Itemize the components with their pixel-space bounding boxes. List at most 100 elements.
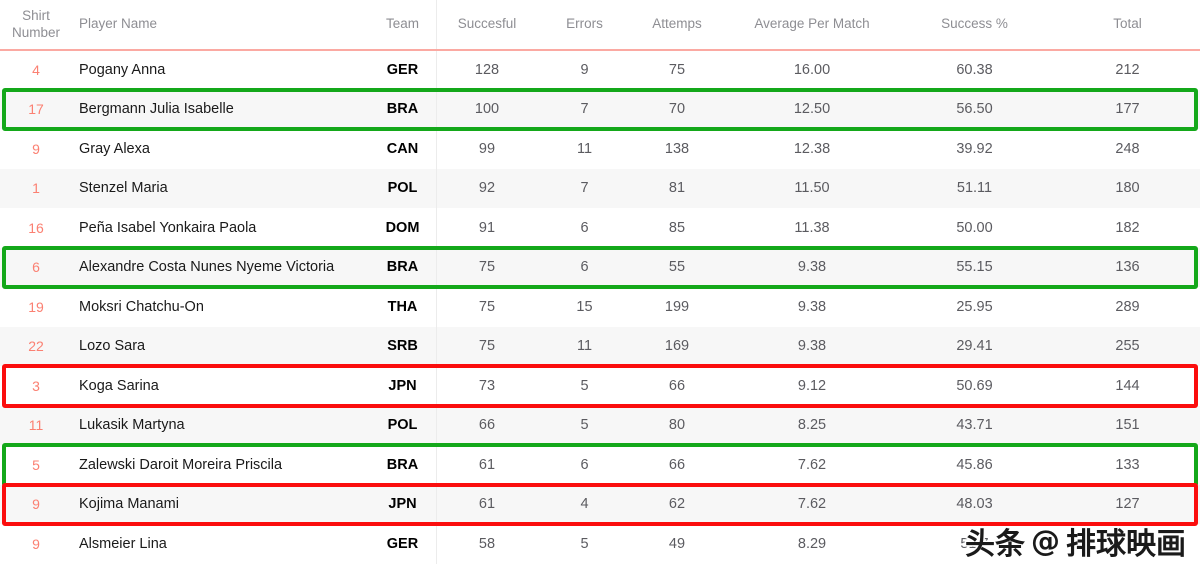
- cell-success-percent: 50.00: [956, 219, 993, 236]
- cell-average-per-match: 9.12: [797, 377, 827, 394]
- cell-attemps: 70: [668, 101, 686, 117]
- cell-total: 212: [1115, 62, 1140, 78]
- cell-average-per-match: 12.38: [793, 140, 831, 157]
- cell-success-percent: 43.71: [956, 417, 993, 433]
- cell-succesful: 73: [436, 366, 537, 406]
- cell-success-percent: 29.41: [956, 338, 993, 354]
- cell-player-name: Bergmann Julia Isabelle: [79, 101, 234, 117]
- cell-total: 144: [1115, 377, 1140, 394]
- cell-total: 255: [1115, 338, 1140, 354]
- cell-attemps: 81: [668, 180, 686, 196]
- table-row[interactable]: 11 Lukasik Martyna POL 66 5 80 8.25 43.71 151: [0, 405, 1200, 445]
- cell-succesful: 75: [436, 326, 537, 366]
- cell-succesful: 66: [436, 405, 537, 445]
- column-header-average-per-match[interactable]: Average Per Match: [722, 0, 902, 51]
- cell-attemps: 55: [668, 259, 686, 275]
- cell-total: 151: [1115, 417, 1140, 433]
- cell-attemps: 66: [668, 456, 686, 473]
- cell-average-per-match: 9.38: [797, 298, 827, 315]
- cell-total: 180: [1115, 180, 1140, 196]
- table-row[interactable]: 17 Bergmann Julia Isabelle BRA 100 7 70 12.50 5…: [0, 89, 1200, 129]
- watermark: 头条 @ 排球映画: [964, 519, 1188, 564]
- cell-errors: 15: [576, 298, 593, 315]
- cell-success-percent: 25.95: [956, 298, 993, 315]
- cell-errors: 6: [580, 219, 589, 236]
- table-row[interactable]: 6 Alexandre Costa Nunes Nyeme Victoria BRA…: [0, 247, 1200, 287]
- column-header-total[interactable]: Total: [1047, 0, 1200, 51]
- cell-success-percent: 60.38: [956, 62, 993, 78]
- cell-attemps: 49: [668, 535, 686, 552]
- cell-total: 136: [1115, 259, 1140, 275]
- table-row[interactable]: 1 Stenzel Maria POL 92 7 81 11.50 51.11 180: [0, 168, 1200, 208]
- table-row[interactable]: 5 Zalewski Daroit Moreira Priscila BRA 61 6 6…: [0, 445, 1200, 485]
- watermark-logo: 头条: [964, 526, 1027, 564]
- cell-total: 133: [1115, 456, 1140, 473]
- column-header-player-name[interactable]: Player Name: [72, 0, 369, 51]
- cell-attemps: 199: [664, 298, 690, 315]
- cell-shirt-number: 17: [28, 101, 44, 118]
- column-header-errors[interactable]: Errors: [537, 0, 632, 51]
- cell-team: BRA: [386, 259, 419, 275]
- cell-attemps: 85: [668, 219, 686, 236]
- column-header-success-percent[interactable]: Success %: [902, 0, 1047, 51]
- cell-player-name: Lozo Sara: [79, 338, 146, 354]
- cell-shirt-number: 19: [28, 298, 44, 315]
- column-header-shirt-number[interactable]: Shirt Number: [0, 0, 72, 51]
- cell-team: JPN: [388, 496, 417, 512]
- cell-succesful: 75: [436, 247, 537, 287]
- cell-average-per-match: 9.38: [797, 259, 827, 275]
- cell-team: SRB: [387, 338, 418, 354]
- cell-errors: 5: [580, 535, 589, 552]
- table-row[interactable]: 16 Peña Isabel Yonkaira Paola DOM 91 6 85 11.3…: [0, 208, 1200, 248]
- cell-errors: 4: [580, 496, 589, 512]
- cell-shirt-number: 22: [28, 338, 44, 355]
- column-header-succesful[interactable]: Succesful: [436, 0, 537, 51]
- cell-attemps: 138: [664, 140, 690, 157]
- cell-errors: 5: [580, 377, 589, 394]
- cell-errors: 6: [580, 456, 589, 473]
- column-header-team[interactable]: Team: [369, 0, 437, 51]
- cell-errors: 11: [576, 338, 593, 354]
- cell-team: POL: [387, 417, 418, 433]
- table-row[interactable]: 19 Moksri Chatchu-On THA 75 15 199 9.38 25.95 28…: [0, 287, 1200, 327]
- cell-total: 289: [1115, 298, 1140, 315]
- cell-team: BRA: [386, 101, 419, 117]
- watermark-at-icon: @: [1030, 523, 1062, 560]
- cell-errors: 6: [580, 259, 589, 275]
- cell-average-per-match: 12.50: [793, 101, 831, 117]
- cell-team: GER: [386, 535, 419, 552]
- table-row[interactable]: 22 Lozo Sara SRB 75 11 169 9.38 29.41 255: [0, 326, 1200, 366]
- cell-succesful: 75: [436, 287, 537, 327]
- cell-shirt-number: 6: [32, 259, 40, 276]
- cell-team: CAN: [386, 140, 419, 157]
- column-header-attemps[interactable]: Attemps: [632, 0, 722, 51]
- cell-succesful: 58: [436, 524, 537, 564]
- cell-errors: 7: [580, 180, 589, 196]
- cell-average-per-match: 11.38: [794, 219, 830, 236]
- cell-player-name: Koga Sarina: [79, 377, 159, 394]
- cell-succesful: 99: [436, 129, 537, 169]
- table-row[interactable]: 9 Gray Alexa CAN 99 11 138 12.38 39.92 248: [0, 129, 1200, 169]
- cell-team: BRA: [386, 456, 419, 473]
- cell-shirt-number: 3: [32, 377, 40, 394]
- cell-average-per-match: 7.62: [797, 496, 827, 512]
- cell-shirt-number: 1: [32, 180, 40, 197]
- cell-total: 182: [1115, 219, 1140, 236]
- cell-success-percent: 45.86: [956, 456, 993, 473]
- table-row[interactable]: 4 Pogany Anna GER 128 9 75 16.00 60.38 212: [0, 50, 1200, 90]
- table-row[interactable]: 3 Koga Sarina JPN 73 5 66 9.12 50.69 144: [0, 366, 1200, 406]
- cell-succesful: 92: [436, 168, 537, 208]
- cell-attemps: 80: [668, 417, 686, 433]
- cell-team: JPN: [388, 377, 417, 394]
- cell-succesful: 61: [436, 445, 537, 485]
- cell-shirt-number: 4: [32, 62, 40, 79]
- cell-player-name: Peña Isabel Yonkaira Paola: [79, 219, 257, 236]
- cell-player-name: Alexandre Costa Nunes Nyeme Victoria: [79, 259, 335, 275]
- cell-shirt-number: 11: [28, 417, 44, 434]
- cell-success-percent: 55.15: [956, 259, 993, 275]
- cell-average-per-match: 11.50: [794, 180, 830, 196]
- cell-shirt-number: 9: [32, 140, 40, 157]
- cell-average-per-match: 16.00: [793, 62, 831, 78]
- cell-team: THA: [387, 298, 418, 315]
- cell-player-name: Lukasik Martyna: [79, 417, 185, 433]
